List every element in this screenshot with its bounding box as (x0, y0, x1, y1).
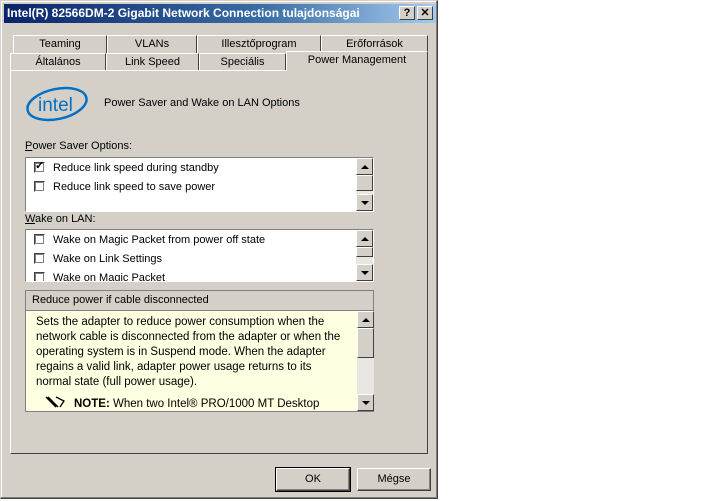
list-item[interactable]: Wake on Link Settings (26, 249, 356, 268)
scroll-down-button[interactable] (357, 394, 374, 411)
checkbox-wake-magic-power-off[interactable] (34, 234, 45, 245)
close-button[interactable]: ✕ (417, 6, 433, 20)
checkbox-reduce-save-power[interactable] (34, 181, 45, 192)
tab-power-management[interactable]: Power Management (286, 51, 428, 71)
scroll-up-button[interactable] (356, 158, 373, 175)
scroll-up-button[interactable] (356, 230, 373, 247)
arrow-down-icon (361, 271, 369, 275)
scroll-down-button[interactable] (356, 264, 373, 281)
tab-advanced[interactable]: Speciális (199, 53, 286, 71)
power-management-panel: intel Power Saver and Wake on LAN Option… (10, 70, 428, 454)
tab-vlans[interactable]: VLANs (107, 35, 197, 53)
arrow-down-icon (362, 401, 370, 405)
list-item[interactable]: Wake on Magic Packet from power off stat… (26, 230, 356, 249)
properties-dialog: Intel(R) 82566DM-2 Gigabit Network Conne… (0, 0, 438, 499)
list-item[interactable]: Wake on Magic Packet (26, 268, 356, 281)
scroll-down-button[interactable] (356, 194, 373, 211)
scroll-up-button[interactable] (357, 311, 374, 328)
item-label: Wake on Magic Packet (53, 271, 166, 282)
svg-text:intel: intel (38, 95, 73, 116)
note-label: NOTE: (74, 398, 110, 410)
scroll-thumb[interactable] (357, 328, 374, 358)
tab-link-speed[interactable]: Link Speed (106, 53, 199, 71)
list-item[interactable]: Reduce link speed to save power (26, 177, 356, 196)
help-button[interactable]: ? (399, 6, 415, 20)
intel-logo: intel (26, 86, 88, 122)
arrow-up-icon (361, 237, 369, 241)
power-saver-scrollbar[interactable] (356, 158, 373, 211)
checkbox-wake-magic-packet[interactable] (34, 272, 45, 281)
item-label: Wake on Link Settings (53, 252, 163, 265)
note-row: NOTE: When two Intel® PRO/1000 MT Deskto… (44, 395, 354, 410)
scroll-thumb[interactable] (356, 247, 373, 257)
wake-on-lan-scrollbar[interactable] (356, 230, 373, 281)
ok-button[interactable]: OK (275, 467, 351, 492)
header-title: Power Saver and Wake on LAN Options (104, 97, 300, 109)
checkbox-reduce-standby[interactable]: ✓ (34, 160, 45, 173)
scroll-thumb[interactable] (356, 175, 373, 191)
item-label: Reduce link speed during standby (53, 161, 219, 174)
description-header: Reduce power if cable disconnected (25, 290, 374, 311)
tab-teaming[interactable]: Teaming (13, 35, 107, 53)
window-title: Intel(R) 82566DM-2 Gigabit Network Conne… (7, 6, 360, 20)
tab-general[interactable]: Általános (10, 53, 106, 71)
wake-on-lan-list[interactable]: Wake on Magic Packet from power off stat… (25, 229, 374, 282)
power-saver-list[interactable]: ✓ Reduce link speed during standby Reduc… (25, 157, 374, 212)
arrow-down-icon (361, 201, 369, 205)
cancel-button[interactable]: Mégse (357, 468, 431, 491)
note-pen-icon (45, 396, 65, 408)
note-text: When two Intel® PRO/1000 MT Desktop (112, 398, 320, 410)
arrow-up-icon (361, 165, 369, 169)
description-box: Sets the adapter to reduce power consump… (25, 311, 374, 412)
checkbox-wake-link-settings[interactable] (34, 253, 45, 264)
checkmark-icon: ✓ (35, 160, 45, 172)
title-bar[interactable]: Intel(R) 82566DM-2 Gigabit Network Conne… (4, 4, 436, 23)
item-label: Wake on Magic Packet from power off stat… (53, 233, 266, 246)
description-scrollbar[interactable] (357, 311, 374, 411)
wake-on-lan-label: Wake on LAN: (25, 213, 96, 225)
arrow-up-icon (362, 318, 370, 322)
list-item[interactable]: ✓ Reduce link speed during standby (26, 158, 356, 177)
description-text: Sets the adapter to reduce power consump… (36, 316, 341, 388)
power-saver-label: Power Saver Options: (25, 140, 132, 152)
item-label: Reduce link speed to save power (53, 180, 216, 193)
